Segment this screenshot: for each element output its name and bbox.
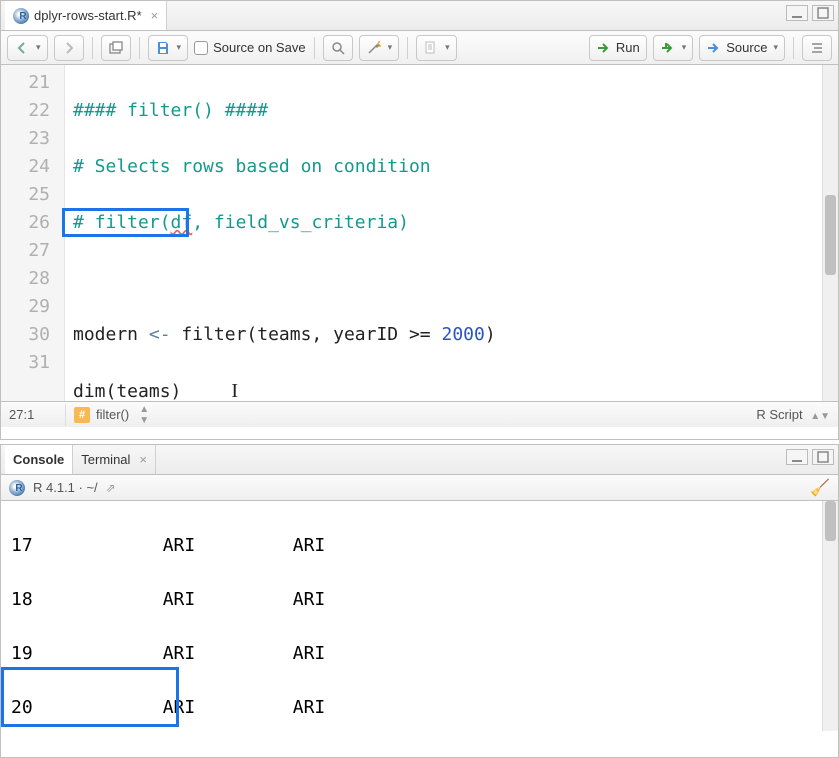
terminal-tab[interactable]: Terminal × bbox=[73, 445, 156, 474]
text-cursor-icon: I bbox=[231, 380, 238, 401]
pane-window-controls bbox=[786, 449, 834, 465]
console-line: 17 ARI ARI bbox=[11, 532, 828, 559]
code-editor[interactable]: 21 22 23 24 25 26 27 28 29 30 31 #### fi… bbox=[1, 65, 838, 401]
code-text: , field_vs_criteria) bbox=[192, 212, 409, 233]
maximize-pane-button[interactable] bbox=[812, 449, 834, 465]
code-text: filter(teams, yearID >= bbox=[181, 324, 441, 345]
show-in-new-window-button[interactable] bbox=[101, 35, 131, 61]
r-file-icon bbox=[13, 8, 29, 24]
scrollbar-thumb[interactable] bbox=[825, 501, 836, 541]
close-icon[interactable]: × bbox=[139, 452, 147, 467]
compile-report-button[interactable]: ▾ bbox=[416, 35, 457, 61]
source-file-tab[interactable]: dplyr-rows-start.R* × bbox=[5, 1, 167, 30]
pane-window-controls bbox=[786, 5, 834, 21]
code-tools-button[interactable]: ▾ bbox=[359, 35, 400, 61]
language-selector[interactable]: R Script ▲▼ bbox=[756, 407, 830, 422]
code-text: modern bbox=[73, 324, 138, 345]
console-line: 20 ARI ARI bbox=[11, 694, 828, 721]
code-text: df bbox=[171, 212, 193, 233]
source-button[interactable]: Source ▾ bbox=[699, 35, 785, 61]
code-text: <- bbox=[138, 324, 181, 345]
rerun-button[interactable]: ▾ bbox=[653, 35, 694, 61]
code-text: # Selects rows based on condition bbox=[73, 156, 431, 177]
close-icon[interactable]: × bbox=[151, 8, 159, 23]
forward-button[interactable] bbox=[54, 35, 84, 61]
tab-title: dplyr-rows-start.R* bbox=[34, 8, 142, 23]
popout-icon[interactable]: ⇗ bbox=[106, 481, 116, 495]
source-on-save-label: Source on Save bbox=[213, 40, 306, 55]
run-label: Run bbox=[616, 40, 640, 55]
scrollbar-thumb[interactable] bbox=[825, 195, 836, 275]
run-arrow-icon bbox=[596, 40, 612, 56]
code-text: #### filter() #### bbox=[73, 100, 268, 121]
updown-icon: ▲▼ bbox=[139, 404, 149, 426]
section-navigator[interactable]: # filter() ▲▼ bbox=[65, 404, 149, 426]
minimize-pane-button[interactable] bbox=[786, 5, 808, 21]
hash-icon: # bbox=[74, 407, 90, 423]
source-toolbar: ▾ ▾ Source on Save ▾ ▾ Run ▾ Source ▾ bbox=[1, 31, 838, 65]
r-logo-icon bbox=[9, 480, 25, 496]
code-text: 2000 bbox=[441, 324, 484, 345]
minimize-pane-button[interactable] bbox=[786, 449, 808, 465]
console-output[interactable]: 17 ARI ARI 18 ARI ARI 19 ARI ARI 20 ARI … bbox=[1, 501, 838, 731]
updown-icon: ▲▼ bbox=[810, 411, 830, 422]
console-pane: Console Terminal × R 4.1.1 · ~/ ⇗ 🧹 17 A… bbox=[0, 444, 839, 758]
console-line: 18 ARI ARI bbox=[11, 586, 828, 613]
outline-button[interactable] bbox=[802, 35, 832, 61]
code-text: dim(teams) bbox=[73, 381, 181, 401]
run-button[interactable]: Run bbox=[589, 35, 647, 61]
source-label: Source bbox=[726, 40, 767, 55]
console-tab-bar: Console Terminal × bbox=[1, 445, 838, 475]
source-status-bar: 27:1 # filter() ▲▼ R Script ▲▼ bbox=[1, 401, 838, 427]
editor-scrollbar[interactable] bbox=[822, 65, 838, 401]
console-tab[interactable]: Console bbox=[5, 445, 73, 474]
console-line: 19 ARI ARI bbox=[11, 640, 828, 667]
maximize-pane-button[interactable] bbox=[812, 5, 834, 21]
console-tab-label: Console bbox=[13, 452, 64, 467]
find-button[interactable] bbox=[323, 35, 353, 61]
clear-console-icon[interactable]: 🧹 bbox=[810, 478, 830, 498]
r-env-label: R 4.1.1 · ~/ bbox=[33, 480, 98, 495]
line-gutter: 21 22 23 24 25 26 27 28 29 30 31 bbox=[1, 65, 65, 401]
console-scrollbar[interactable] bbox=[822, 501, 838, 731]
source-tab-bar: dplyr-rows-start.R* × bbox=[1, 1, 838, 31]
code-text: # filter( bbox=[73, 212, 171, 233]
save-button[interactable]: ▾ bbox=[148, 35, 189, 61]
console-header: R 4.1.1 · ~/ ⇗ 🧹 bbox=[1, 475, 838, 501]
code-text: ) bbox=[485, 324, 496, 345]
code-area[interactable]: #### filter() #### # Selects rows based … bbox=[65, 65, 838, 401]
terminal-tab-label: Terminal bbox=[81, 452, 130, 467]
section-label: filter() bbox=[96, 407, 129, 422]
source-arrow-icon bbox=[706, 40, 722, 56]
source-pane: dplyr-rows-start.R* × ▾ ▾ Source on Save… bbox=[0, 0, 839, 440]
cursor-position: 27:1 bbox=[9, 407, 65, 422]
checkbox-icon bbox=[194, 41, 208, 55]
source-on-save-checkbox[interactable]: Source on Save bbox=[194, 40, 306, 55]
back-button[interactable]: ▾ bbox=[7, 35, 48, 61]
